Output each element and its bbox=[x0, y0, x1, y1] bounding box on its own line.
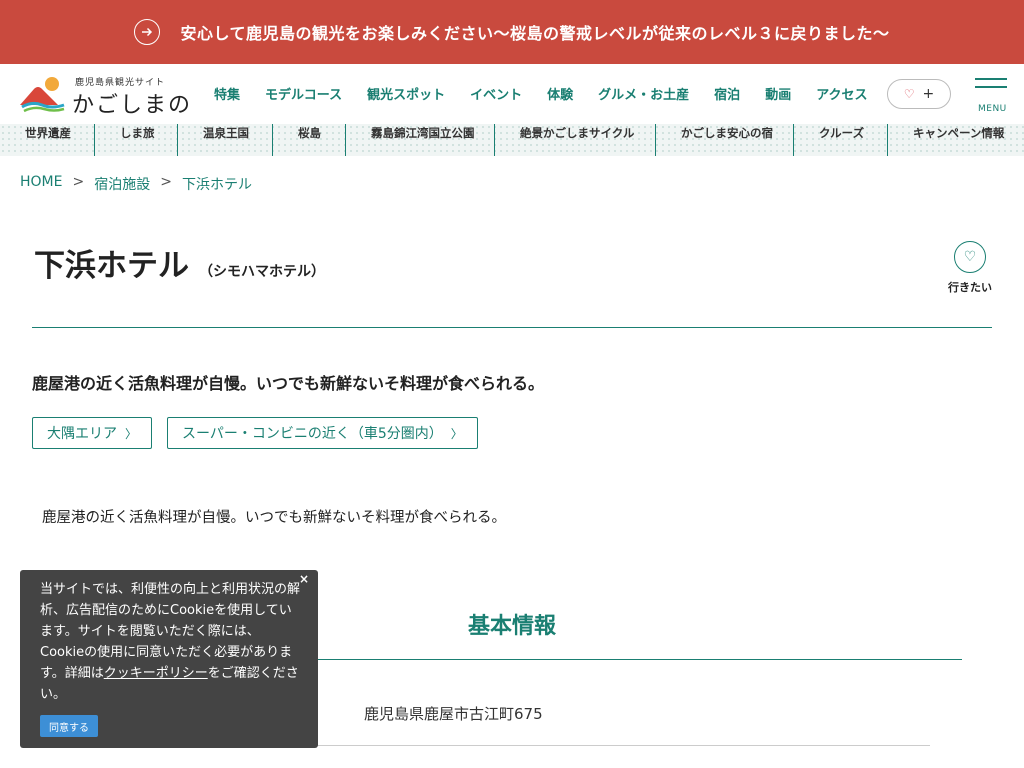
subnav-item-world-heritage[interactable]: 世界遺産 bbox=[0, 124, 95, 156]
nav-item-experience[interactable]: 体験 bbox=[547, 84, 573, 103]
nav-item-events[interactable]: イベント bbox=[470, 84, 522, 103]
cookie-consent-popup: × 当サイトでは、利便性の向上と利用状況の解析、広告配信のためにCookieを使… bbox=[20, 570, 318, 748]
tag-near-supermarket[interactable]: スーパー・コンビニの近く（車5分圏内） 〉 bbox=[167, 417, 478, 449]
page-title-kana: （シモハマホテル） bbox=[199, 264, 325, 280]
alert-banner[interactable]: 安心して鹿児島の観光をお楽しみください〜桜島の警戒レベルが従来のレベル３に戻りま… bbox=[0, 0, 1024, 64]
cookie-agree-button[interactable]: 同意する bbox=[40, 715, 98, 737]
breadcrumb-category[interactable]: 宿泊施設 bbox=[94, 174, 150, 194]
description-text: 鹿屋港の近く活魚料理が自慢。いつでも新鮮ないそ料理が食べられる。 bbox=[42, 510, 506, 526]
close-icon[interactable]: × bbox=[299, 572, 309, 586]
nav-item-model-course[interactable]: モデルコース bbox=[265, 84, 342, 103]
heart-icon: ♡ bbox=[903, 87, 915, 101]
want-to-go-label: 行きたい bbox=[948, 281, 992, 294]
favorites-plus: + bbox=[922, 86, 935, 102]
site-logo[interactable]: 鹿児島県観光サイト かごしまの旅 bbox=[20, 73, 200, 150]
page-title: 下浜ホテル bbox=[34, 248, 189, 284]
address-value: 鹿児島県鹿屋市古江町675 bbox=[364, 705, 543, 723]
breadcrumb-separator: > bbox=[160, 174, 172, 190]
nav-item-access[interactable]: アクセス bbox=[816, 84, 867, 103]
menu-label: MENU bbox=[978, 104, 1007, 114]
hamburger-icon bbox=[975, 78, 1007, 80]
subnav-item-campaign[interactable]: キャンペーン情報 bbox=[888, 124, 1024, 156]
sakurajima-logo-icon bbox=[20, 77, 65, 113]
nav-item-feature[interactable]: 特集 bbox=[214, 84, 240, 103]
breadcrumb-separator: > bbox=[72, 174, 85, 190]
tag-label: スーパー・コンビニの近く（車5分圏内） bbox=[182, 426, 443, 442]
tag-list: 大隅エリア 〉 スーパー・コンビニの近く（車5分圏内） 〉 bbox=[32, 417, 478, 449]
cookie-policy-link[interactable]: クッキーポリシー bbox=[104, 666, 208, 681]
subnav-item-sakurajima[interactable]: 桜島 bbox=[273, 124, 346, 156]
arrow-right-circle-icon bbox=[134, 19, 161, 45]
subnav-item-cruise[interactable]: クルーズ bbox=[794, 124, 888, 156]
subnav-item-safe-stay[interactable]: かごしま安心の宿 bbox=[656, 124, 794, 156]
want-to-go-button[interactable]: ♡ 行きたい bbox=[948, 241, 992, 295]
chevron-right-icon: 〉 bbox=[125, 426, 138, 441]
subnav-item-island-trip[interactable]: しま旅 bbox=[95, 124, 178, 156]
nav-item-stay[interactable]: 宿泊 bbox=[714, 84, 740, 103]
subnav-item-cycling[interactable]: 絶景かごしまサイクル bbox=[495, 124, 656, 156]
cookie-text: 当サイトでは、利便性の向上と利用状況の解析、広告配信のためにCookieを使用し… bbox=[40, 582, 301, 702]
page-title-area: 下浜ホテル （シモハマホテル） bbox=[34, 240, 325, 285]
sub-nav: 世界遺産 しま旅 温泉王国 桜島 霧島錦江湾国立公園 絶景かごしまサイクル かご… bbox=[0, 124, 1024, 156]
nav-item-spots[interactable]: 観光スポット bbox=[367, 84, 445, 103]
subnav-item-onsen[interactable]: 温泉王国 bbox=[178, 124, 273, 156]
main-nav: 特集 モデルコース 観光スポット イベント 体験 グルメ・お土産 宿泊 動画 ア… bbox=[214, 84, 893, 103]
site-header: 鹿児島県観光サイト かごしまの旅 特集 モデルコース 観光スポット イベント 体… bbox=[0, 64, 1024, 150]
favorites-button[interactable]: ♡ + bbox=[887, 79, 951, 109]
chevron-right-icon: 〉 bbox=[450, 426, 463, 441]
subnav-item-kirishima-park[interactable]: 霧島錦江湾国立公園 bbox=[346, 124, 495, 156]
tag-label: 大隅エリア bbox=[47, 426, 117, 442]
breadcrumb: HOME > 宿泊施設 > 下浜ホテル bbox=[20, 174, 252, 194]
breadcrumb-home[interactable]: HOME bbox=[20, 174, 62, 194]
menu-button[interactable]: MENU bbox=[975, 78, 1009, 116]
nav-item-video[interactable]: 動画 bbox=[765, 84, 791, 103]
nav-item-gourmet[interactable]: グルメ・お土産 bbox=[598, 84, 689, 103]
lead-text: 鹿屋港の近く活魚料理が自慢。いつでも新鮮ないそ料理が食べられる。 bbox=[32, 374, 545, 393]
title-divider bbox=[32, 327, 992, 328]
heart-icon: ♡ bbox=[954, 241, 986, 273]
banner-text: 安心して鹿児島の観光をお楽しみください〜桜島の警戒レベルが従来のレベル３に戻りま… bbox=[180, 24, 890, 43]
tag-osumi-area[interactable]: 大隅エリア 〉 bbox=[32, 417, 153, 449]
breadcrumb-current[interactable]: 下浜ホテル bbox=[182, 174, 252, 194]
